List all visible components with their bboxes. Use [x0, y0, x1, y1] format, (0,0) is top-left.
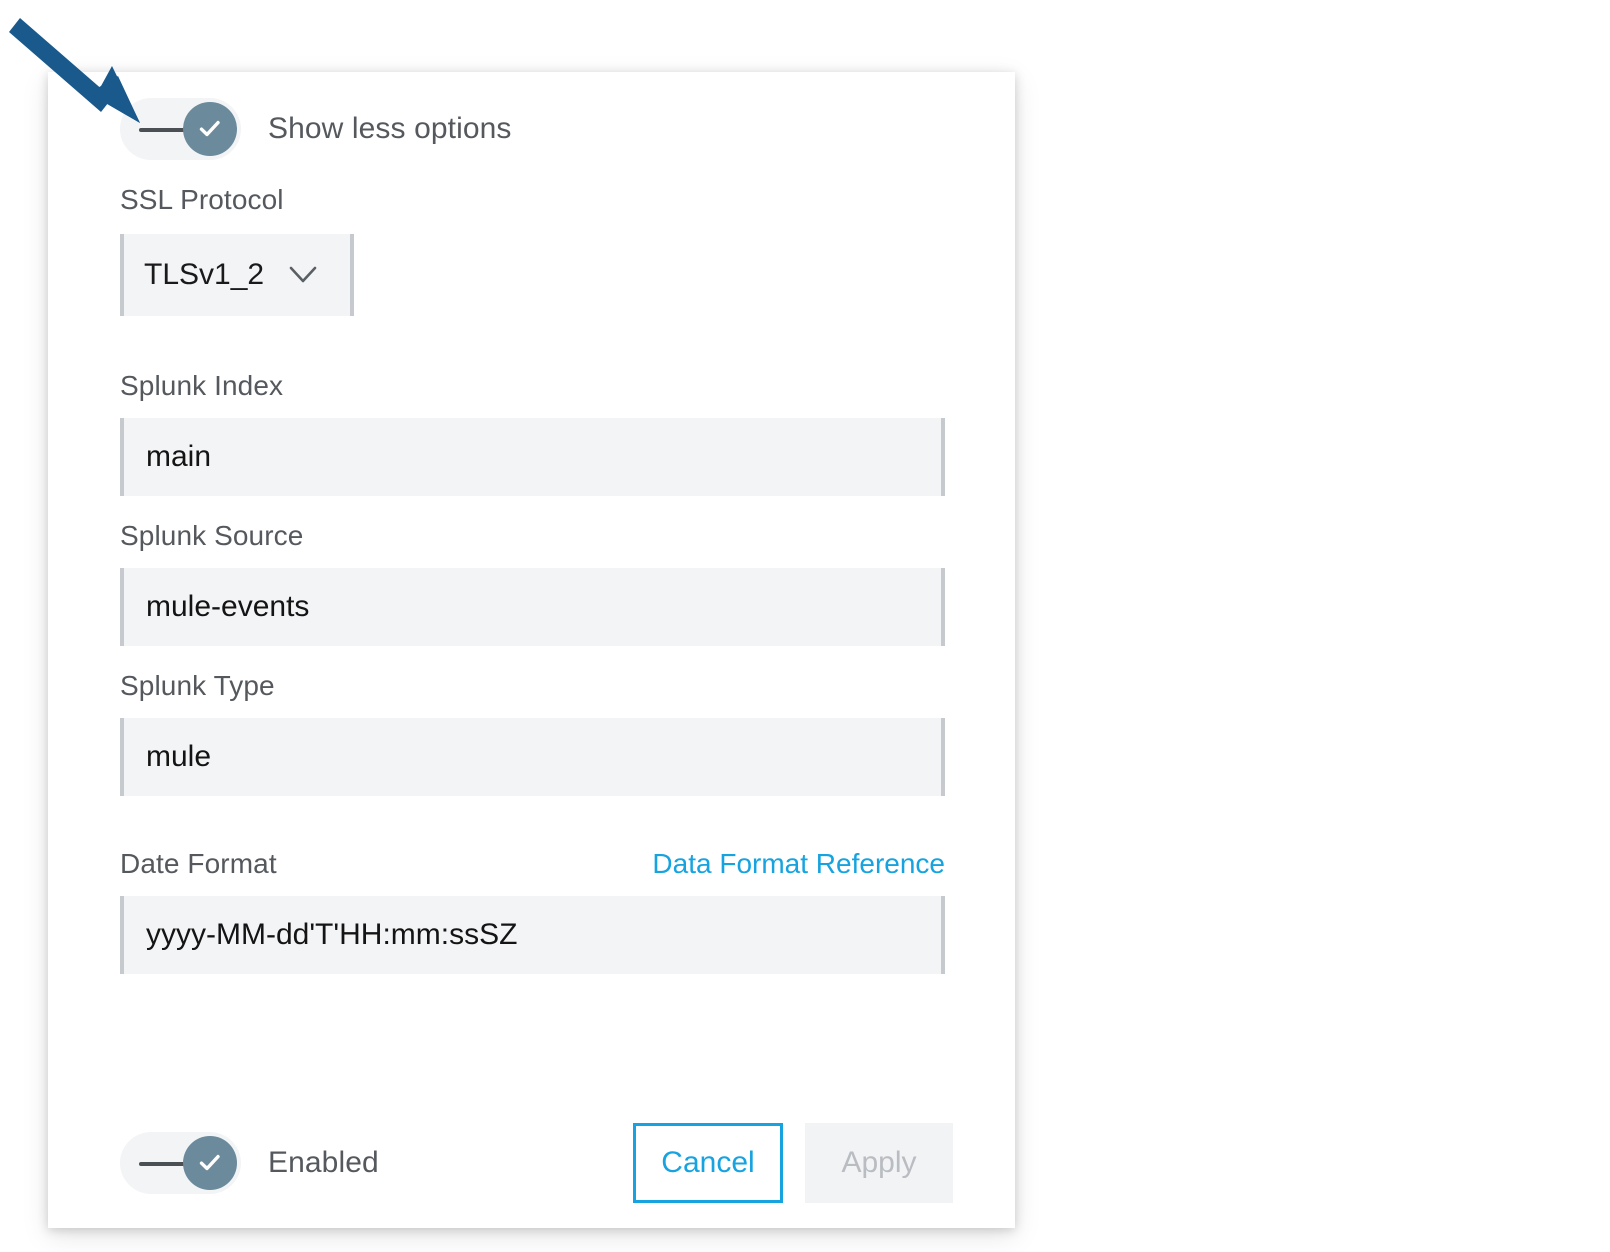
ssl-protocol-value: TLSv1_2 [144, 258, 264, 292]
ssl-protocol-label: SSL Protocol [120, 184, 1015, 216]
data-format-reference-link[interactable]: Data Format Reference [652, 848, 945, 880]
enabled-label: Enabled [268, 1146, 379, 1180]
date-format-value: yyyy-MM-dd'T'HH:mm:ssSZ [146, 918, 517, 952]
field-date-format: Date Format Data Format Reference yyyy-M… [120, 848, 1015, 974]
splunk-source-input[interactable]: mule-events [120, 568, 945, 646]
field-splunk-source: Splunk Source mule-events [120, 520, 1015, 646]
date-format-header: Date Format Data Format Reference [120, 848, 945, 880]
cancel-button[interactable]: Cancel [633, 1123, 783, 1203]
field-splunk-type: Splunk Type mule [120, 670, 1015, 796]
splunk-source-label: Splunk Source [120, 520, 1015, 552]
show-options-row: Show less options [120, 98, 1015, 160]
splunk-type-label: Splunk Type [120, 670, 1015, 702]
enabled-row: Enabled [120, 1132, 379, 1194]
check-icon [195, 1148, 225, 1178]
toggle-knob [183, 1136, 237, 1190]
splunk-index-label: Splunk Index [120, 370, 1015, 402]
date-format-input[interactable]: yyyy-MM-dd'T'HH:mm:ssSZ [120, 896, 945, 974]
ssl-protocol-select[interactable]: TLSv1_2 [120, 234, 354, 316]
splunk-type-value: mule [146, 740, 211, 774]
field-splunk-index: Splunk Index main [120, 370, 1015, 496]
splunk-source-value: mule-events [146, 590, 309, 624]
check-icon [195, 114, 225, 144]
dialog-footer: Enabled Cancel Apply [120, 1128, 1015, 1198]
date-format-label: Date Format [120, 848, 277, 880]
show-less-options-toggle[interactable] [120, 98, 241, 160]
show-less-options-label: Show less options [268, 112, 512, 146]
splunk-settings-dialog: Show less options SSL Protocol TLSv1_2 S… [48, 72, 1015, 1228]
enabled-toggle[interactable] [120, 1132, 241, 1194]
apply-button: Apply [805, 1123, 953, 1203]
splunk-type-input[interactable]: mule [120, 718, 945, 796]
field-ssl-protocol: SSL Protocol TLSv1_2 [120, 184, 1015, 316]
toggle-knob [183, 102, 237, 156]
chevron-down-icon [288, 264, 318, 286]
dialog-body: Show less options SSL Protocol TLSv1_2 S… [120, 98, 1015, 1228]
splunk-index-input[interactable]: main [120, 418, 945, 496]
splunk-index-value: main [146, 440, 211, 474]
